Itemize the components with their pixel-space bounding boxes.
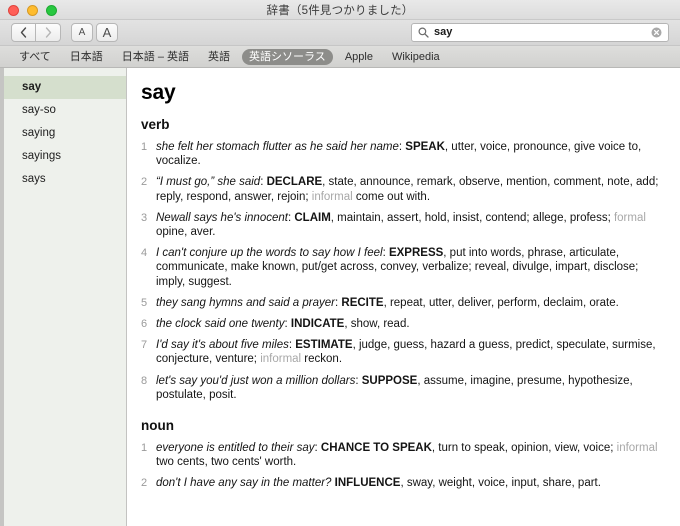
sense-row: 1 she felt her stomach flutter as he said… [141,140,668,168]
sense-keyword[interactable]: SPEAK [405,141,445,153]
sense-synonyms: , turn to speak, opinion, view, voice; [431,441,617,454]
sidebar-item-say[interactable]: say [4,76,126,99]
sense-example: let's say you'd just won a million dolla… [156,374,356,387]
source-tab-0[interactable]: すべて [12,49,58,65]
sense-example: she felt her stomach flutter as he said … [156,140,399,153]
sidebar-item-say-so[interactable]: say-so [4,99,126,122]
sense-number: 5 [141,296,148,309]
sense-row: 4 I can't conjure up the words to say how… [141,246,668,289]
chevron-left-icon [20,27,27,38]
sense-row: 6 the clock said one twenty: INDICATE, sh… [141,317,668,331]
sense-synonyms-cont: come out with. [352,190,431,203]
sense-example: the clock said one twenty [156,317,285,330]
sense-text: everyone is entitled to their say: CHANC… [156,441,659,469]
source-tab-2[interactable]: 日本語 – 英語 [115,49,196,65]
sidebar-item-saying[interactable]: saying [4,122,126,145]
clear-search-icon[interactable] [651,27,662,38]
sense-synonyms: , show, read. [344,317,410,330]
sense-synonyms: , repeat, utter, deliver, perform, decla… [383,296,619,309]
sense-keyword[interactable]: EXPRESS [389,247,443,259]
part-of-speech-heading: noun [141,417,174,433]
sense-example: I'd say it's about five miles [156,339,289,352]
source-tab-6[interactable]: Wikipedia [385,49,447,65]
part-of-speech-heading: verb [141,117,170,133]
sense-example: Newall says he's innocent [156,211,288,224]
sense-synonyms-cont: reckon. [301,353,343,366]
sense-register-label: informal [311,190,353,203]
title-bar: 辞書（5件見つかりました） [0,0,680,20]
sense-register-label: formal [613,211,646,224]
window-body: say say-so saying sayings says say verb 1 she … [0,68,680,526]
navigation-buttons [11,23,61,42]
sense-synonyms-cont: opine, aver. [156,225,216,238]
sense-number: 3 [141,211,148,224]
sense-keyword[interactable]: DECLARE [267,176,323,188]
sense-row: 2 don't I have any say in the matter? INF… [141,476,668,490]
sense-synonyms: , sway, weight, voice, input, share, par… [400,477,601,490]
sense-example: don't I have any say in the matter? [156,477,332,490]
page-title: say [141,81,176,104]
sense-text: don't I have any say in the matter? INFL… [156,476,659,490]
source-tab-1[interactable]: 日本語 [63,49,110,65]
sense-number: 2 [141,176,148,189]
forward-button[interactable] [36,23,61,42]
sidebar-item-says[interactable]: says [4,168,126,191]
sense-keyword[interactable]: ESTIMATE [295,339,352,351]
toolbar: A A say [0,20,680,46]
sense-number: 1 [141,441,148,454]
entry-content: say verb 1 she felt her stomach flutter as… [127,68,680,526]
sense-text: she felt her stomach flutter as he said … [156,140,659,168]
sense-keyword[interactable]: SUPPOSE [362,375,418,387]
sense-text: the clock said one twenty: INDICATE, sho… [156,317,659,331]
decrease-text-size-button[interactable]: A [71,23,93,42]
sense-row: 1 everyone is entitled to their say: CHAN… [141,441,668,469]
text-size-buttons: A A [71,23,118,42]
sense-example: “I must go,” she said [156,176,261,189]
sense-row: 7 I'd say it's about five miles: ESTIMATE… [141,338,668,366]
sense-text: Newall says he's innocent: CLAIM, mainta… [156,211,659,239]
sense-row: 5 they sang hymns and said a prayer: RECI… [141,296,668,310]
sense-number: 7 [141,339,148,352]
source-tab-5[interactable]: Apple [338,49,380,65]
sense-row: 2 “I must go,” she said: DECLARE, state, … [141,175,668,203]
sense-text: I'd say it's about five miles: ESTIMATE,… [156,338,659,366]
sense-text: I can't conjure up the words to say how … [156,246,659,289]
sense-number: 4 [141,247,148,260]
sense-row: 8 let's say you'd just won a million doll… [141,374,668,402]
results-sidebar[interactable]: say say-so saying sayings says [4,68,127,526]
sense-number: 6 [141,317,148,330]
chevron-right-icon [45,27,51,38]
sense-number: 1 [141,140,148,153]
dictionary-window: 辞書（5件見つかりました） A A say すべて 日本語 日本語 – 英語 英… [0,0,680,526]
dictionary-source-tabs: すべて 日本語 日本語 – 英語 英語 英語シソーラス Apple Wikipedia [0,46,680,68]
sense-number: 8 [141,374,148,387]
sense-text: they sang hymns and said a prayer: RECIT… [156,296,659,310]
sense-synonyms: , maintain, assert, hold, insist, conten… [330,211,614,224]
search-field[interactable]: say [411,23,669,42]
sense-keyword[interactable]: RECITE [341,297,383,309]
sense-text: let's say you'd just won a million dolla… [156,374,659,402]
sense-synonyms-cont: two cents, two cents' worth. [156,455,297,468]
sense-register-label: informal [260,353,302,366]
source-tab-3[interactable]: 英語 [201,49,237,65]
sense-example: I can't conjure up the words to say how … [156,247,383,260]
sense-example: everyone is entitled to their say [156,441,315,454]
window-title: 辞書（5件見つかりました） [266,5,414,17]
sense-number: 2 [141,477,148,490]
sense-keyword[interactable]: INDICATE [291,318,344,330]
back-button[interactable] [11,23,36,42]
sidebar-item-sayings[interactable]: sayings [4,145,126,168]
sense-keyword[interactable]: CLAIM [294,212,330,224]
sense-register-label: informal [616,441,658,454]
entry-parts: verb 1 she felt her stomach flutter as he … [141,117,668,490]
sense-example: they sang hymns and said a prayer [156,296,335,309]
sense-row: 3 Newall says he's innocent: CLAIM, maint… [141,211,668,239]
search-input[interactable]: say [434,27,651,38]
search-icon [418,27,429,38]
sense-text: “I must go,” she said: DECLARE, state, a… [156,175,659,203]
sense-keyword[interactable]: CHANCE TO SPEAK [321,442,432,454]
source-tab-4[interactable]: 英語シソーラス [242,48,333,65]
sense-keyword[interactable]: INFLUENCE [335,477,401,489]
increase-text-size-button[interactable]: A [96,23,118,42]
